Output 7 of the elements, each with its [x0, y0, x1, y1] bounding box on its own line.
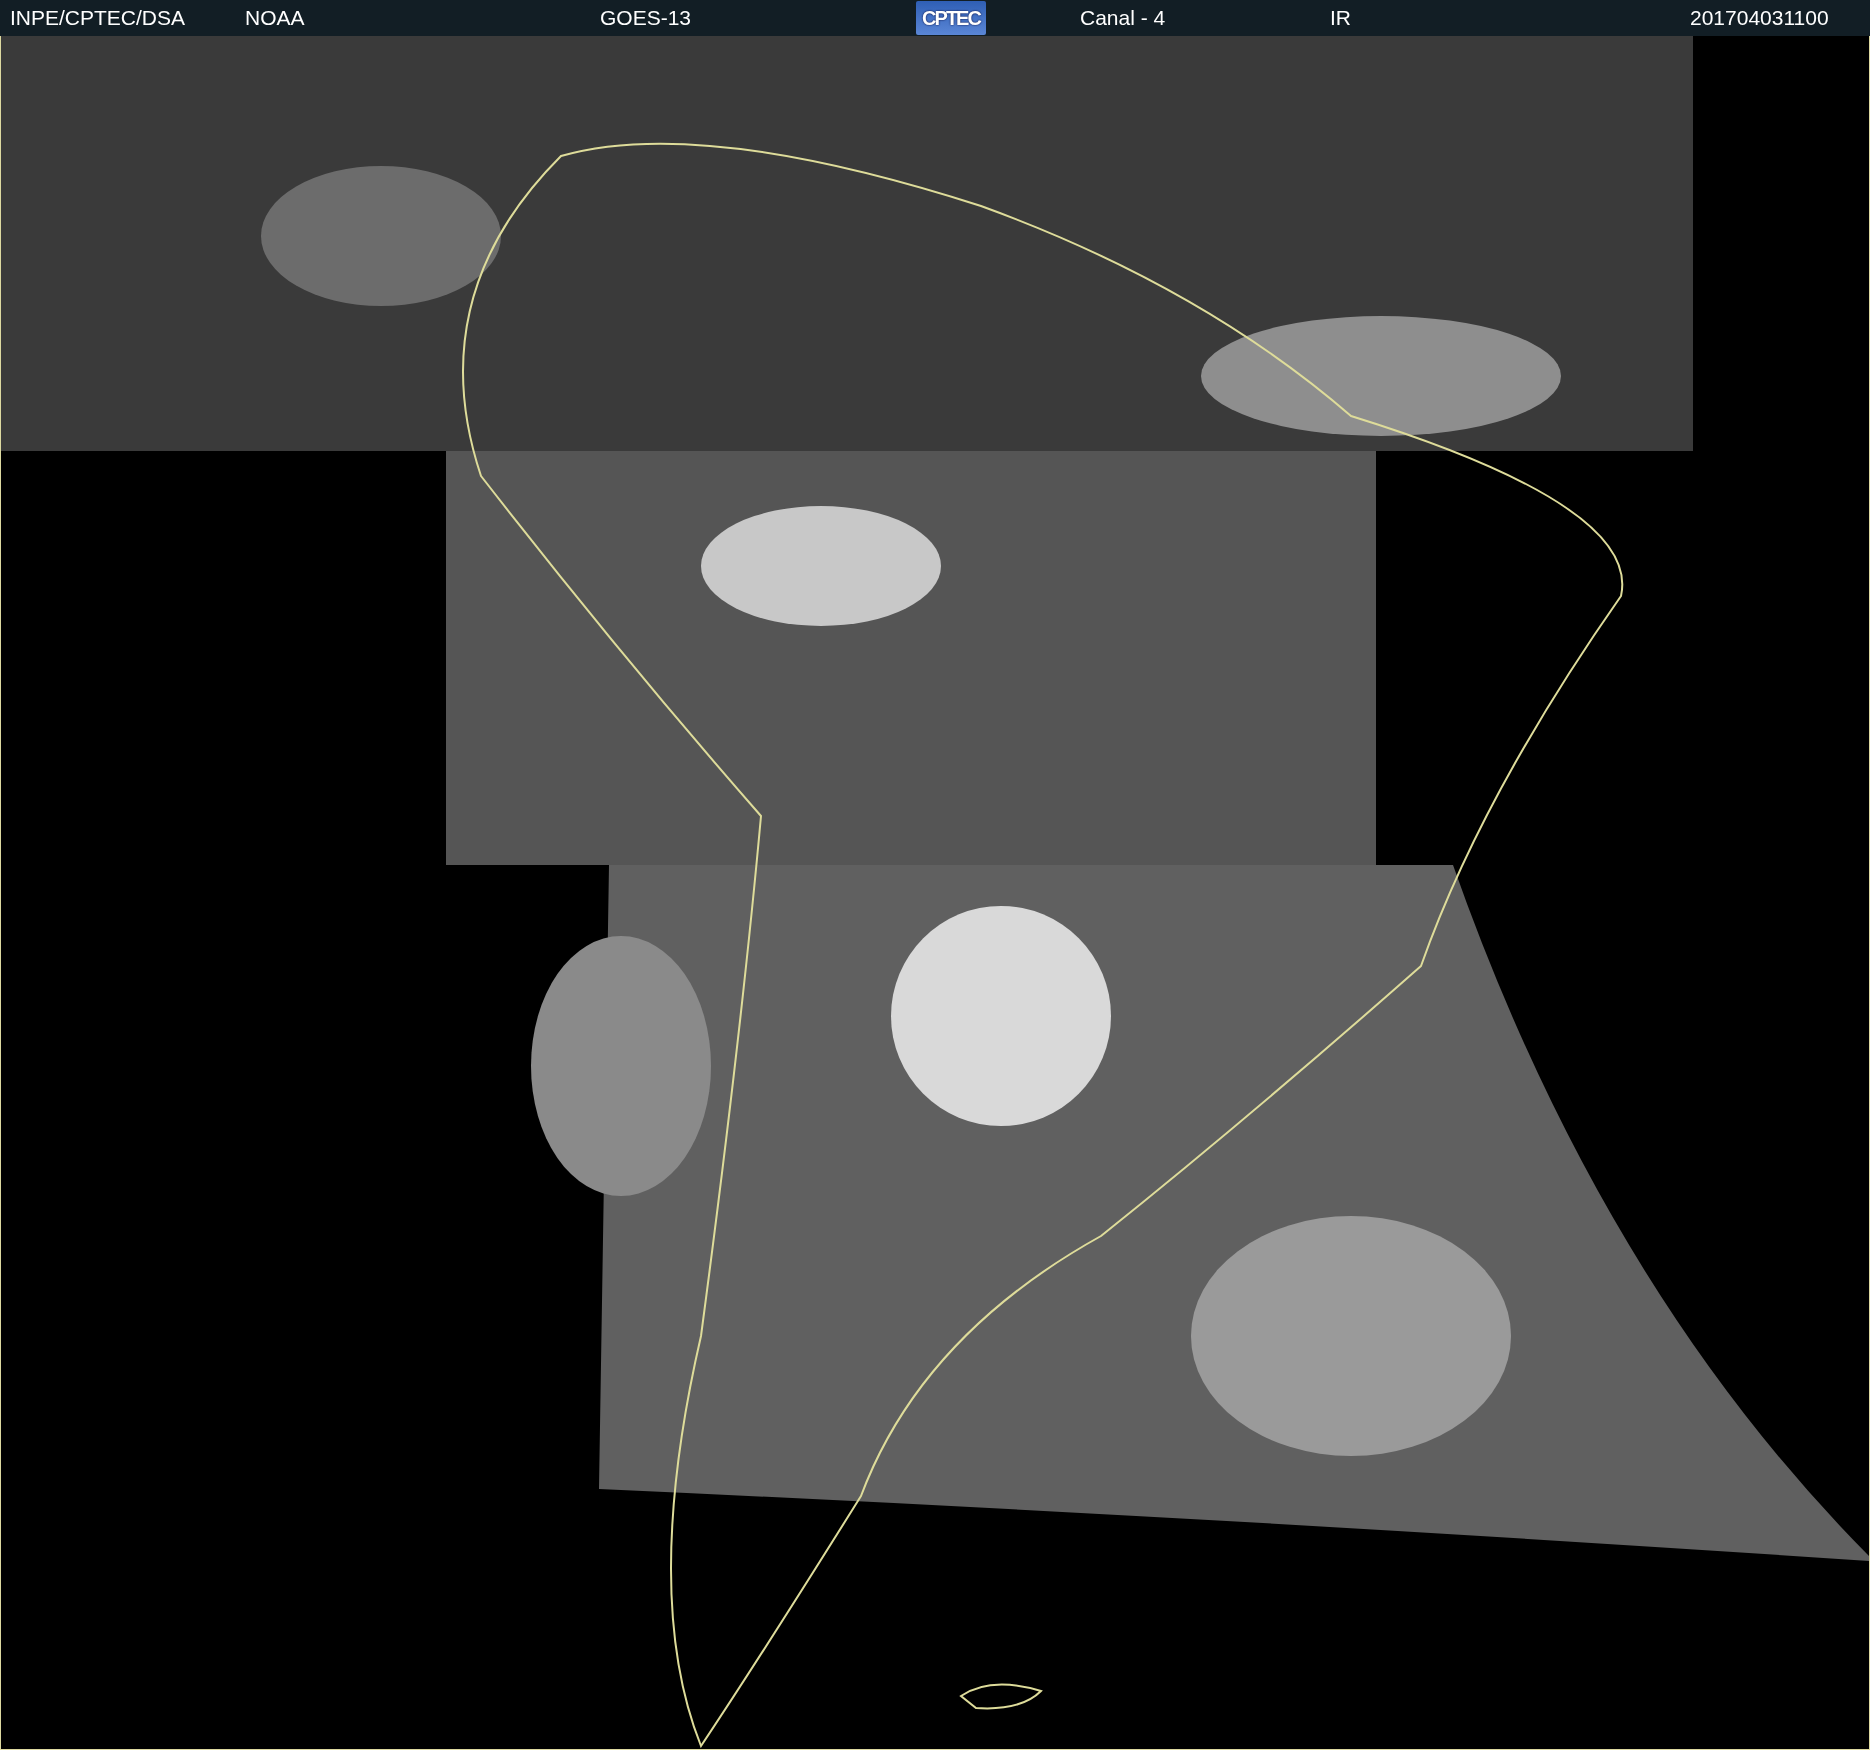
header-label: Canal - 4 — [1080, 6, 1167, 30]
logo: CPTEC — [916, 1, 986, 35]
header-label: INPE/CPTEC/DSA — [9, 6, 187, 30]
header-label: IR — [1330, 6, 1352, 30]
header-label: 201704031100 — [1690, 6, 1830, 30]
header-label: NOAA — [245, 6, 306, 30]
header-label: GOES-13 — [600, 6, 693, 30]
